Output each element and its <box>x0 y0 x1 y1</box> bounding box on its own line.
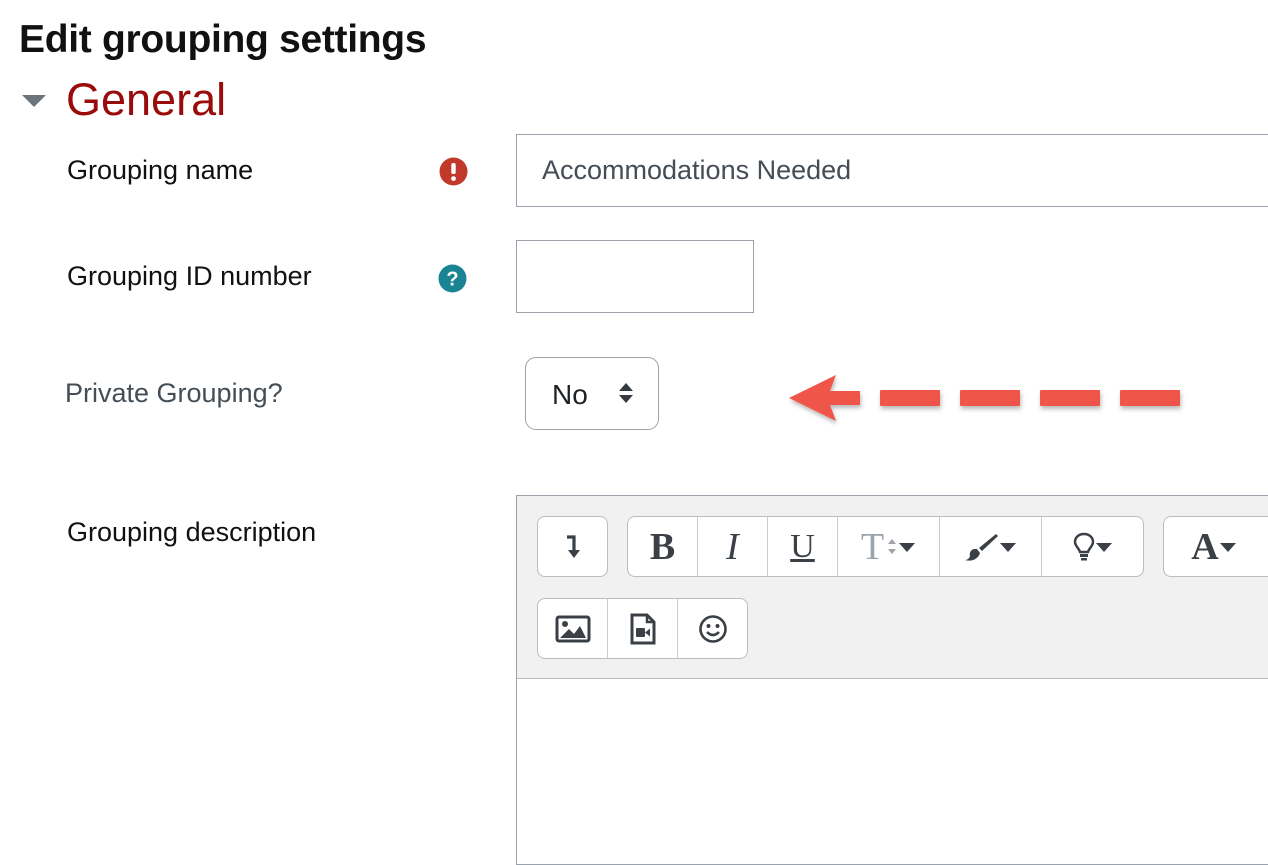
lightbulb-icon <box>1073 532 1094 560</box>
paragraph-style-button[interactable] <box>940 517 1042 576</box>
text-size-glyph: T <box>860 525 885 568</box>
grouping-name-label: Grouping name <box>67 155 254 185</box>
image-icon <box>555 615 590 642</box>
editor-toolbar: B I U T A <box>517 496 1268 679</box>
video-file-icon <box>630 613 655 644</box>
required-exclamation-icon <box>439 157 468 186</box>
triangle-down-icon[interactable] <box>20 92 48 110</box>
private-grouping-label: Private Grouping? <box>65 378 283 408</box>
toolbar-group-more <box>537 516 608 577</box>
grouping-id-label: Grouping ID number <box>67 261 312 291</box>
chevron-down-icon <box>1095 542 1112 552</box>
paintbrush-icon <box>964 533 998 561</box>
help-question-icon[interactable]: ? <box>438 264 467 293</box>
select-updown-icon <box>619 383 633 403</box>
smiley-icon <box>698 614 727 643</box>
font-size-button[interactable]: T <box>838 517 940 576</box>
bold-glyph: B <box>649 525 676 568</box>
arrow-turn-down-icon <box>566 534 580 558</box>
chevron-down-icon <box>899 542 916 552</box>
insert-image-button[interactable] <box>538 599 608 658</box>
editor-content-area[interactable] <box>517 679 1268 864</box>
page-title: Edit grouping settings <box>19 18 427 61</box>
font-color-button[interactable]: A <box>1164 517 1264 576</box>
chevron-down-icon <box>1219 542 1236 552</box>
svg-text:?: ? <box>446 269 458 291</box>
insert-emoji-button[interactable] <box>678 599 747 658</box>
grouping-description-label: Grouping description <box>67 517 317 547</box>
italic-glyph: I <box>726 525 739 568</box>
toolbar-group-style: B I U T <box>627 516 1144 577</box>
show-more-buttons[interactable] <box>538 517 607 576</box>
private-grouping-select[interactable]: No <box>525 357 659 430</box>
help-tips-button[interactable] <box>1042 517 1143 576</box>
chevron-down-icon <box>999 542 1016 552</box>
bold-button[interactable]: B <box>628 517 698 576</box>
underline-glyph: U <box>790 527 815 565</box>
annotation-arrow-icon <box>789 375 1180 421</box>
toolbar-group-font-color: A <box>1163 516 1268 577</box>
private-grouping-value: No <box>552 379 588 410</box>
insert-media-button[interactable] <box>608 599 678 658</box>
section-title-general[interactable]: General <box>66 74 226 126</box>
toolbar-group-insert <box>537 598 748 659</box>
font-color-glyph: A <box>1191 525 1219 568</box>
text-size-updown-icon <box>888 538 897 554</box>
grouping-name-input[interactable] <box>516 134 1268 207</box>
grouping-id-input[interactable] <box>516 240 754 313</box>
description-editor: B I U T A <box>516 495 1268 865</box>
italic-button[interactable]: I <box>698 517 768 576</box>
underline-button[interactable]: U <box>768 517 838 576</box>
